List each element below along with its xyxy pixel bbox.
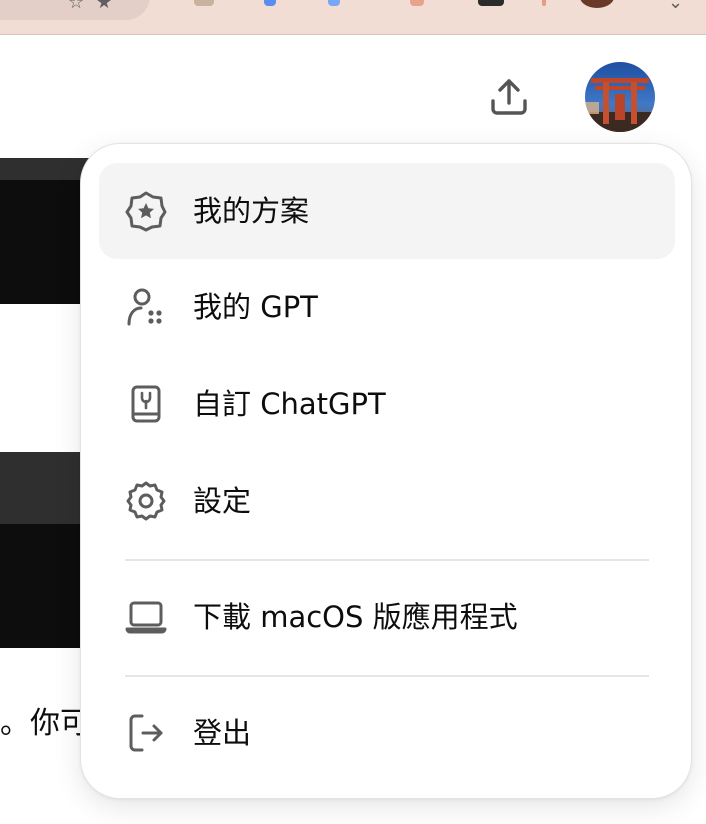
bookmark-star-icon[interactable]: ☆	[68, 0, 84, 12]
menu-item-customize-chatgpt[interactable]: 自訂 ChatGPT	[99, 356, 675, 452]
menu-item-settings[interactable]: 設定	[99, 453, 675, 549]
plan-badge-icon	[125, 190, 167, 232]
menu-item-label: 下載 macOS 版應用程式	[193, 600, 518, 634]
menu-item-my-plan[interactable]: 我的方案	[99, 163, 675, 259]
extension-icon[interactable]	[410, 0, 424, 6]
extension-icon[interactable]	[194, 0, 214, 6]
menu-item-my-gpts[interactable]: 我的 GPT	[99, 259, 675, 355]
logout-icon	[125, 712, 167, 754]
customize-book-icon	[125, 383, 167, 425]
extension-icon[interactable]	[328, 0, 340, 6]
menu-item-download-macos[interactable]: 下載 macOS 版應用程式	[99, 569, 675, 665]
account-menu: 我的方案 我的 GPT 自訂 ChatGPT 設定 下載 macOS 版應用程式…	[80, 143, 692, 799]
menu-item-label: 設定	[193, 484, 252, 518]
menu-divider	[125, 675, 649, 677]
torii-gate-photo	[585, 62, 655, 132]
browser-profile-avatar[interactable]	[580, 0, 614, 8]
menu-item-label: 我的 GPT	[193, 290, 318, 324]
menu-item-logout[interactable]: 登出	[99, 685, 675, 781]
share-button[interactable]	[484, 72, 534, 122]
laptop-icon	[125, 596, 167, 638]
star-filled-icon[interactable]: ★	[96, 0, 112, 12]
extension-icon[interactable]	[264, 0, 276, 6]
menu-divider	[125, 559, 649, 561]
extension-icon[interactable]	[478, 0, 504, 6]
share-upload-icon	[491, 79, 527, 115]
toolbar-separator	[542, 0, 546, 6]
background-message-text: 。你可	[0, 706, 90, 741]
profile-avatar[interactable]	[585, 62, 655, 132]
my-gpts-icon	[125, 286, 167, 328]
menu-item-label: 自訂 ChatGPT	[193, 387, 386, 421]
menu-item-label: 我的方案	[193, 194, 310, 228]
chevron-down-icon[interactable]: ⌄	[668, 0, 683, 12]
menu-item-label: 登出	[193, 716, 252, 750]
browser-toolbar: ☆ ★ ⌄	[0, 0, 706, 35]
settings-gear-icon	[125, 480, 167, 522]
